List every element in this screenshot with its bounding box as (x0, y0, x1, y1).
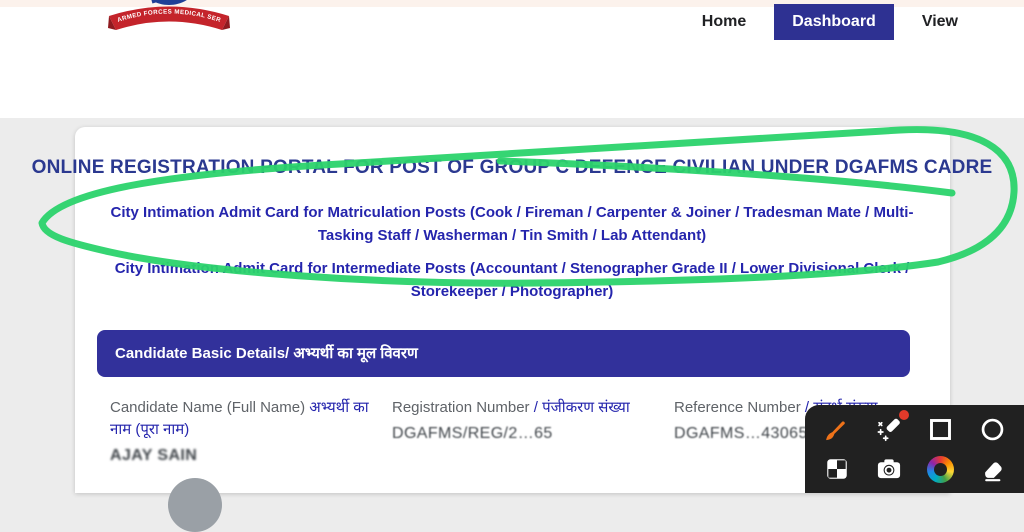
section-header-candidate-basic-details: Candidate Basic Details/ अभ्यर्थी का मूल… (97, 330, 910, 377)
registration-number-value: DGAFMS/REG/2…65 (392, 425, 674, 443)
page-title: ONLINE REGISTRATION PORTAL FOR POST OF G… (0, 157, 1024, 179)
nav-dashboard[interactable]: Dashboard (774, 4, 894, 40)
annotation-toolbar (805, 405, 1024, 493)
field-label: Registration Number / पंजीकरण संख्या (392, 397, 674, 419)
admit-card-links: City Intimation Admit Card for Matricula… (92, 201, 932, 313)
red-dot-badge (899, 410, 909, 420)
field-registration-number: Registration Number / पंजीकरण संख्या DGA… (392, 397, 674, 465)
magic-pen-tool-icon[interactable] (872, 412, 906, 446)
rectangle-tool-icon[interactable] (923, 412, 957, 446)
camera-tool-icon[interactable] (872, 452, 906, 486)
candidate-name-value: AJAY SAIN (110, 447, 392, 465)
field-label: Candidate Name (Full Name) अभ्यर्थी का न… (110, 397, 392, 441)
admit-link-intermediate[interactable]: City Intimation Admit Card for Intermedi… (92, 257, 932, 303)
ellipse-tool-icon[interactable] (975, 412, 1009, 446)
nav-home[interactable]: Home (702, 4, 746, 40)
header: ARMED FORCES MEDICAL SERVICES Home Dashb… (0, 0, 1024, 118)
admit-link-matriculation[interactable]: City Intimation Admit Card for Matricula… (92, 201, 932, 247)
nav-view[interactable]: View (922, 4, 958, 40)
field-candidate-name: Candidate Name (Full Name) अभ्यर्थी का न… (110, 397, 392, 465)
afms-emblem-icon: ARMED FORCES MEDICAL SERVICES (106, 0, 232, 40)
shapes-checker-tool-icon[interactable] (820, 452, 854, 486)
brush-tool-icon[interactable] (820, 412, 854, 446)
eraser-tool-icon[interactable] (975, 452, 1009, 486)
top-nav: Home Dashboard View (702, 4, 958, 40)
afms-logo: ARMED FORCES MEDICAL SERVICES (106, 0, 232, 40)
candidate-photo-placeholder (168, 478, 222, 532)
color-wheel-tool-icon[interactable] (923, 452, 957, 486)
